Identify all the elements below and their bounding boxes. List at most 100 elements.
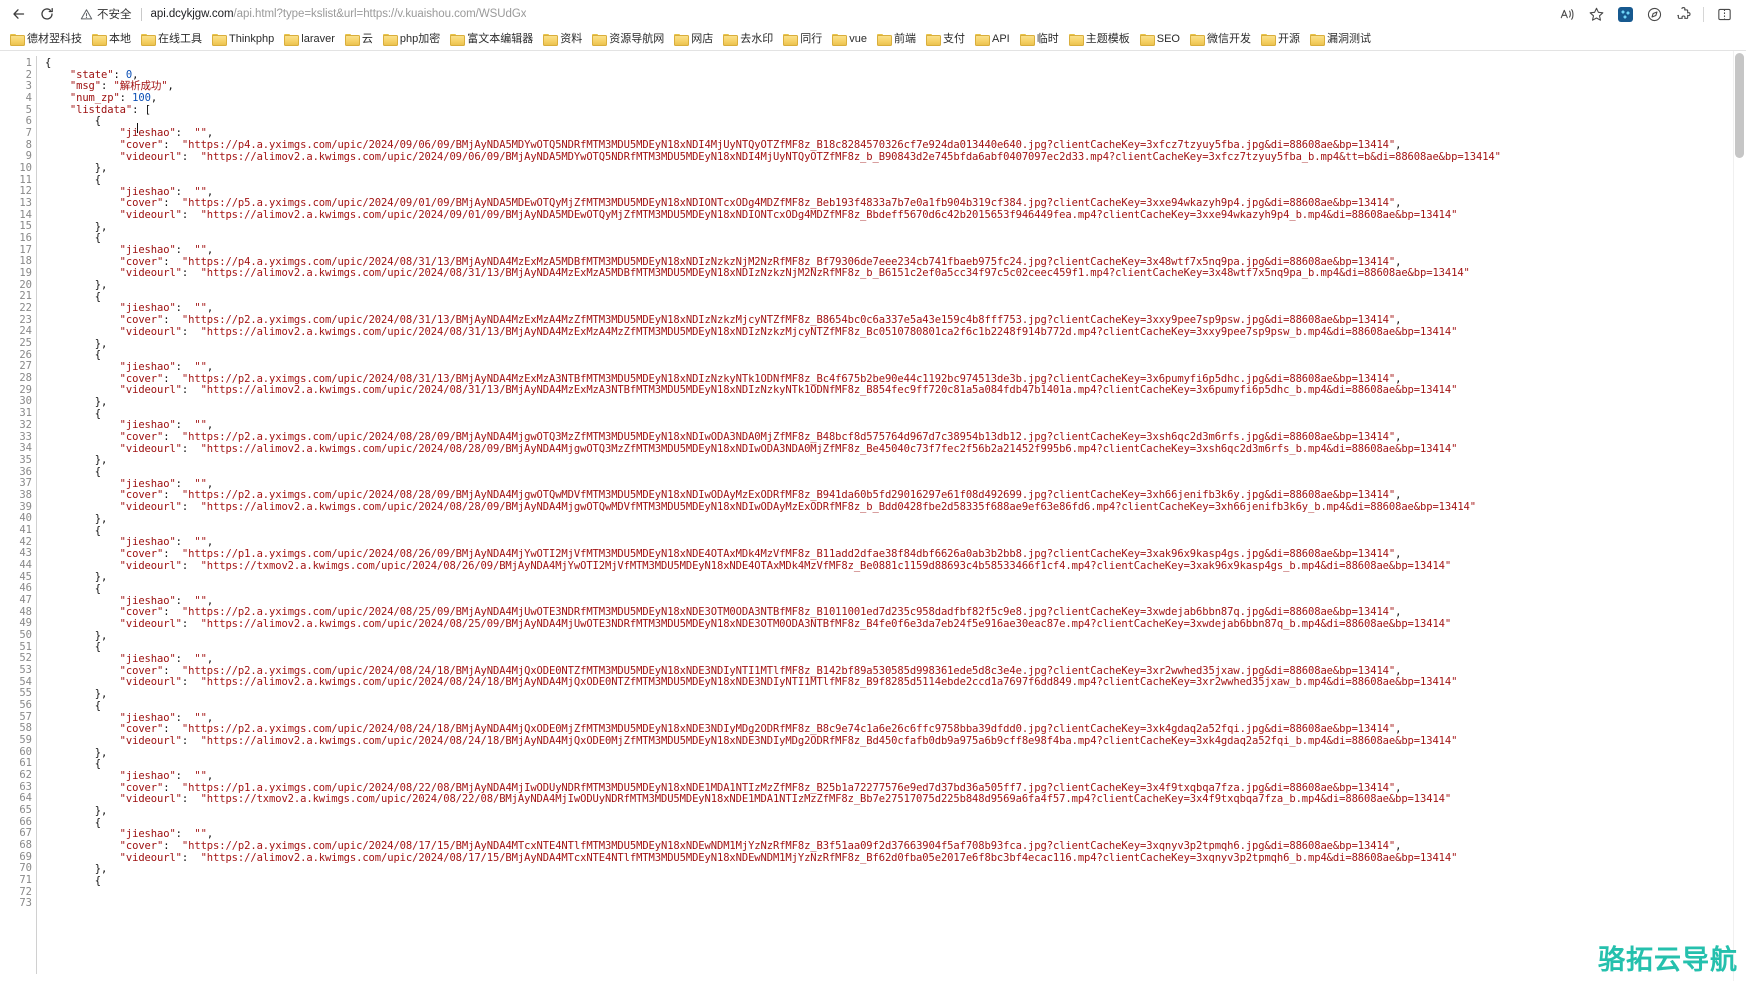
bookmark-item[interactable]: 微信开发 <box>1186 30 1257 49</box>
browser-chrome: 不安全 api.dcykjgw.com/api.html?type=kslist… <box>0 0 1746 51</box>
line-number: 1 <box>25 57 32 69</box>
bookmark-item[interactable]: 资源导航网 <box>588 30 670 49</box>
folder-icon <box>1189 33 1205 47</box>
back-button[interactable] <box>6 2 32 26</box>
line-number: 10 <box>19 162 32 175</box>
bookmark-item[interactable]: 主题模板 <box>1065 30 1136 49</box>
bookmark-label: Thinkphp <box>229 32 275 45</box>
split-screen-icon <box>1717 8 1731 20</box>
bookmark-item[interactable]: 漏洞测试 <box>1306 30 1377 49</box>
bookmark-item[interactable]: vue <box>828 30 873 49</box>
bookmark-item[interactable]: 支付 <box>922 30 971 49</box>
bookmark-item[interactable]: 云 <box>341 30 379 49</box>
bookmark-item[interactable]: php加密 <box>379 30 446 49</box>
security-status-chip[interactable]: 不安全 <box>80 6 132 22</box>
bookmark-item[interactable]: 临时 <box>1016 30 1065 49</box>
bookmark-label: 开源 <box>1277 32 1300 45</box>
bookmark-item[interactable]: 前端 <box>873 30 922 49</box>
bookmark-item[interactable]: 本地 <box>88 30 137 49</box>
line-number: 19 <box>19 267 32 280</box>
line-number: 4 <box>25 92 32 105</box>
bookmark-item[interactable]: Thinkphp <box>208 30 280 49</box>
bookmark-label: SEO <box>1156 32 1180 45</box>
folder-icon <box>543 33 559 47</box>
folder-icon <box>1260 33 1276 47</box>
folder-icon <box>832 33 848 47</box>
vertical-scrollbar[interactable] <box>1733 51 1746 981</box>
bookmark-label: 同行 <box>800 32 823 45</box>
puzzle-piece-icon <box>1676 6 1691 19</box>
browser-extension-button[interactable] <box>1611 2 1639 26</box>
bookmark-item[interactable]: API <box>971 30 1016 49</box>
bookmark-label: API <box>992 32 1010 45</box>
bookmark-label: 资料 <box>560 32 583 45</box>
split-screen-button[interactable] <box>1710 2 1738 26</box>
add-favorite-button[interactable] <box>1582 2 1610 26</box>
reload-icon <box>41 7 53 20</box>
read-aloud-button[interactable] <box>1553 2 1581 26</box>
bookmarks-bar: 德材翌科技 本地 在线工具 Thinkphp laraver 云 php加密 富文本编辑器 资料… <box>0 28 1746 50</box>
folder-icon <box>674 33 690 47</box>
folder-icon <box>92 33 107 47</box>
watermark-text: 骆拓云导航 <box>1598 945 1738 976</box>
bookmark-label: 云 <box>361 32 373 45</box>
url-path: /api.html?type=kslist&url=https://v.kuai… <box>233 8 527 20</box>
bookmark-label: 去水印 <box>740 32 774 45</box>
line-number: 32 <box>19 418 32 431</box>
bookmark-item[interactable]: 资料 <box>539 30 588 49</box>
line-number: 16 <box>19 232 32 245</box>
folder-icon <box>975 33 990 47</box>
json-response-viewer[interactable]: 1 2 3 4 5 6 7 8 9 10 11 12 13 14 15 16 17 18 19 20 21 22 23 24 2… <box>0 51 1746 981</box>
line-number: 50 <box>19 628 32 641</box>
folder-icon <box>344 33 360 47</box>
warning-triangle-icon <box>80 8 93 19</box>
line-number: 53 <box>19 663 32 676</box>
bookmark-item[interactable]: laraver <box>280 30 341 49</box>
toolbar-actions <box>1553 2 1740 26</box>
line-number: 41 <box>19 523 32 536</box>
bookmark-label: 前端 <box>894 32 916 45</box>
bookmark-label: 富文本编辑器 <box>467 32 534 45</box>
folder-icon <box>284 33 300 47</box>
bookmark-item[interactable]: 德材翌科技 <box>6 30 88 49</box>
bookmark-item[interactable]: 富文本编辑器 <box>446 30 539 49</box>
json-code-content[interactable]: { "state": 0, "msg": "解析成功", "num_zp": 1… <box>37 51 1746 981</box>
omnibox-divider <box>140 7 142 21</box>
bookmark-label: laraver <box>301 32 335 45</box>
line-number: 47 <box>19 593 32 606</box>
bookmark-label: 网店 <box>691 32 714 45</box>
folder-icon <box>1019 33 1035 47</box>
url-text[interactable]: api.dcykjgw.com/api.html?type=kslist&url… <box>151 8 527 20</box>
bookmark-item[interactable]: 开源 <box>1257 30 1306 49</box>
bookmark-label: 主题模板 <box>1085 32 1130 45</box>
address-bar[interactable]: 不安全 api.dcykjgw.com/api.html?type=kslist… <box>70 3 1545 25</box>
bookmark-item[interactable]: 在线工具 <box>137 30 208 49</box>
star-icon <box>1589 7 1603 21</box>
bookmark-label: 临时 <box>1036 32 1059 45</box>
folder-icon <box>1068 33 1084 47</box>
scrollbar-thumb[interactable] <box>1735 53 1744 158</box>
folder-icon <box>1139 33 1155 47</box>
toolbar-separator <box>1703 6 1704 22</box>
line-number: 62 <box>19 768 32 781</box>
folder-icon <box>877 33 892 47</box>
line-number: 7 <box>25 127 32 140</box>
folder-icon <box>212 33 227 47</box>
bookmark-item[interactable]: 去水印 <box>719 30 779 49</box>
line-number: 73 <box>19 897 32 910</box>
browser-toolbar: 不安全 api.dcykjgw.com/api.html?type=kslist… <box>0 0 1746 28</box>
collections-icon <box>1647 7 1661 21</box>
bookmark-item[interactable]: SEO <box>1136 30 1186 49</box>
extensions-button[interactable] <box>1669 2 1697 26</box>
folder-icon <box>592 33 608 47</box>
read-aloud-icon <box>1560 8 1573 20</box>
collections-button[interactable] <box>1640 2 1668 26</box>
line-number: 65 <box>19 804 32 816</box>
bookmark-item[interactable]: 网店 <box>670 30 719 49</box>
bookmark-label: 德材翌科技 <box>27 32 82 45</box>
line-number-gutter: 1 2 3 4 5 6 7 8 9 10 11 12 13 14 15 16 17 18 19 20 21 22 23 24 2… <box>0 51 36 981</box>
bookmark-label: 本地 <box>109 32 131 45</box>
bookmark-item[interactable]: 同行 <box>779 30 828 49</box>
not-secure-label: 不安全 <box>97 9 132 21</box>
reload-button[interactable] <box>34 2 60 26</box>
